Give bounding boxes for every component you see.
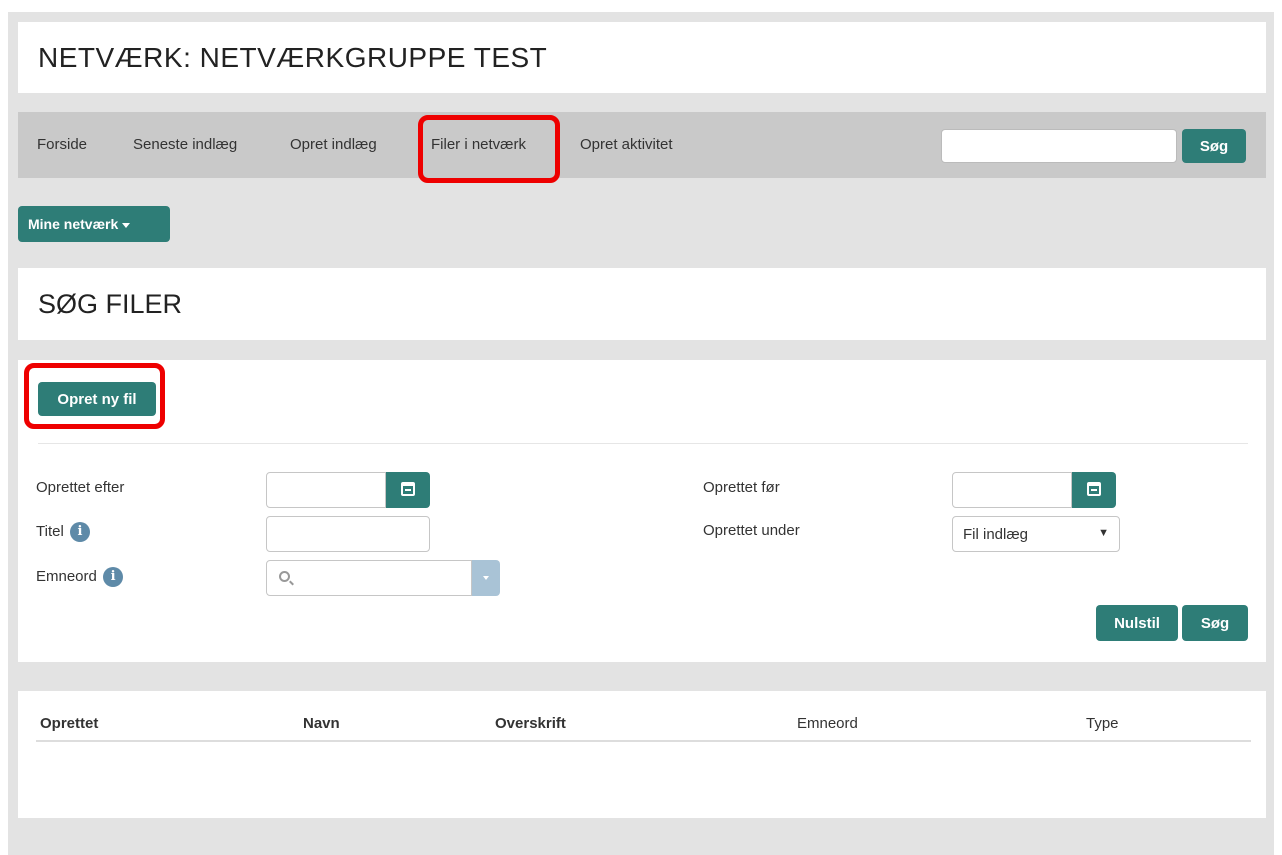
info-icon[interactable]: i <box>103 567 124 587</box>
network-navbar: Forside Seneste indlæg Opret indlæg File… <box>18 112 1266 178</box>
highlight-create-file-button <box>24 363 165 429</box>
info-icon[interactable]: i <box>69 522 90 542</box>
created-under-select[interactable]: Fil indlæg ▼ <box>952 516 1120 552</box>
reset-button[interactable]: Nulstil <box>1096 605 1178 641</box>
table-header-divider <box>36 740 1251 742</box>
nav-item-opret-aktivitet[interactable]: Opret aktivitet <box>580 136 673 153</box>
column-header-emneord[interactable]: Emneord <box>797 715 858 732</box>
title-label-group: Titel i <box>36 522 90 542</box>
calendar-icon <box>1087 482 1101 496</box>
nav-item-opret-indlaeg[interactable]: Opret indlæg <box>290 136 377 153</box>
column-header-navn[interactable]: Navn <box>303 715 340 732</box>
calendar-icon <box>401 482 415 496</box>
created-under-selected: Fil indlæg <box>963 526 1029 543</box>
created-before-label: Oprettet før <box>703 479 780 496</box>
title-label: Titel <box>36 522 64 540</box>
section-title-panel: SØG FILER <box>18 268 1266 340</box>
keywords-input[interactable] <box>266 560 472 596</box>
search-icon <box>279 571 290 582</box>
mine-netvaerk-label: Mine netværk <box>28 216 119 232</box>
caret-down-icon <box>122 222 131 228</box>
keywords-label: Emneord <box>36 567 97 585</box>
created-after-calendar-button[interactable] <box>386 472 430 508</box>
mine-netvaerk-dropdown[interactable]: Mine netværk <box>18 206 170 242</box>
search-button[interactable]: Søg <box>1182 605 1248 641</box>
nav-search-button[interactable]: Søg <box>1182 129 1246 163</box>
divider <box>38 443 1248 444</box>
created-before-calendar-button[interactable] <box>1072 472 1116 508</box>
results-table: Oprettet Navn Overskrift Emneord Type <box>18 691 1266 818</box>
created-after-label: Oprettet efter <box>36 479 125 496</box>
section-title: SØG FILER <box>38 289 183 319</box>
created-before-input[interactable] <box>952 472 1072 508</box>
search-form-panel: Opret ny fil Oprettet efter Oprettet før… <box>18 360 1266 662</box>
chevron-down-icon: ▼ <box>1098 527 1109 539</box>
keywords-label-group: Emneord i <box>36 567 124 587</box>
column-header-type[interactable]: Type <box>1086 715 1119 732</box>
page-title: NETVÆRK: NETVÆRKGRUPPE TEST <box>38 42 548 73</box>
network-title-panel: NETVÆRK: NETVÆRKGRUPPE TEST <box>18 22 1266 93</box>
created-under-label: Oprettet under <box>703 522 800 539</box>
column-header-oprettet[interactable]: Oprettet <box>40 715 98 732</box>
nav-item-forside[interactable]: Forside <box>37 136 87 153</box>
title-input[interactable] <box>266 516 430 552</box>
keywords-dropdown-toggle[interactable] <box>472 560 500 596</box>
nav-item-seneste-indlaeg[interactable]: Seneste indlæg <box>133 136 237 153</box>
column-header-overskrift[interactable]: Overskrift <box>495 715 566 732</box>
highlight-filer-i-netvaerk <box>418 115 560 183</box>
nav-search-input[interactable] <box>941 129 1177 163</box>
created-after-input[interactable] <box>266 472 386 508</box>
